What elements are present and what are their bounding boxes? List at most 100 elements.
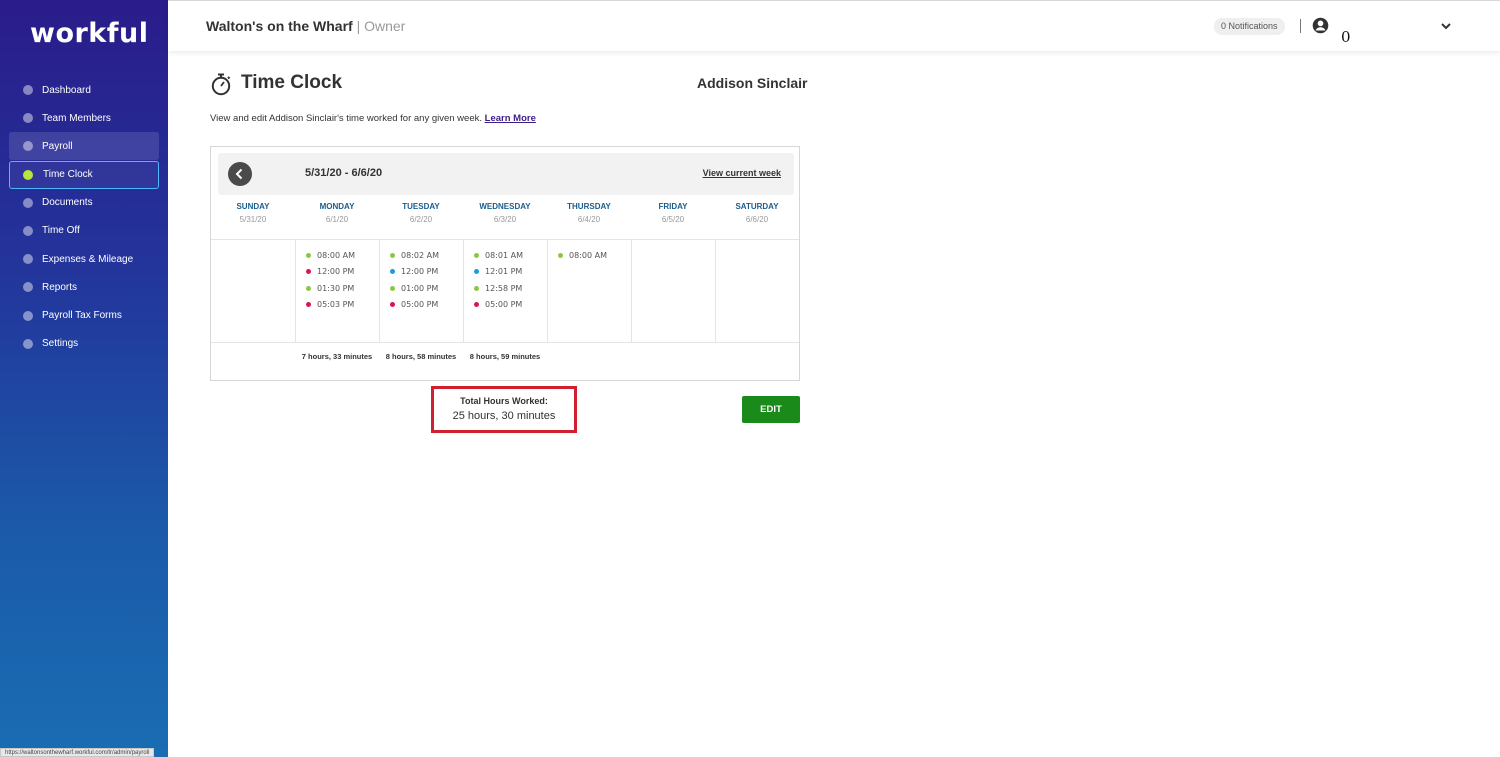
punch-status-dot [390,301,395,307]
grid-divider [211,239,799,240]
punch-status-dot [306,301,311,307]
top-bar: Walton's on the Wharf | Owner 0 Notifica… [168,0,1500,51]
day-name: SUNDAY [236,202,270,211]
daily-hours-tuesday: 8 hours, 58 minutes [385,352,457,361]
sidebar-item-label: Settings [42,338,79,350]
nav-dot-icon [23,169,33,180]
punch-entry[interactable]: 08:01 AM [463,251,547,267]
punch-entry[interactable]: 01:30 PM [295,284,379,300]
punch-time: 08:02 AM [401,251,439,260]
punch-status-dot [390,285,395,291]
day-date: 6/3/20 [493,215,517,224]
day-header-wednesday: WEDNESDAY 6/3/20 [463,202,547,224]
day-date: 6/6/20 [745,215,769,224]
learn-more-link[interactable]: Learn More [485,113,536,124]
sidebar-nav: Dashboard Team Members Payroll Time Cloc… [9,76,159,358]
user-account-icon[interactable] [1312,17,1329,34]
day-header-thursday: THURSDAY 6/4/20 [547,202,631,224]
punch-entry[interactable]: 12:00 PM [295,267,379,283]
sidebar-item-reports[interactable]: Reports [9,273,159,301]
punch-status-dot [306,269,311,275]
sidebar-item-label: Expenses & Mileage [42,253,134,265]
punch-entry[interactable]: 08:02 AM [379,251,463,267]
day-header-sunday: SUNDAY 5/31/20 [211,202,295,224]
sidebar-item-label: Dashboard [42,84,91,96]
total-hours-highlight: Total Hours Worked: 25 hours, 30 minutes [431,386,577,433]
punch-status-dot [306,253,311,258]
day-header-friday: FRIDAY 6/5/20 [631,202,715,224]
day-name: TUESDAY [402,202,440,211]
punch-entry[interactable]: 12:58 PM [463,284,547,300]
sidebar-item-expenses-mileage[interactable]: Expenses & Mileage [9,245,159,273]
punch-entry[interactable]: 12:00 PM [379,267,463,283]
punch-entry[interactable]: 12:01 PM [463,267,547,283]
day-name: THURSDAY [567,202,611,211]
day-name: MONDAY [319,202,355,211]
punch-entry[interactable]: 05:00 PM [463,300,547,316]
view-current-week-link[interactable]: View current week [703,168,781,178]
punch-entry[interactable]: 08:00 AM [295,251,379,267]
day-punches-wednesday: 08:01 AM 12:01 PM 12:58 PM 05:00 PM [463,251,547,316]
main-content: Time Clock Addison Sinclair View and edi… [168,51,1500,757]
nav-dot-icon [23,197,33,208]
sidebar-item-label: Payroll [42,140,73,152]
punch-status-dot [306,285,311,291]
notifications-badge[interactable]: 0 Notifications [1214,18,1285,35]
punch-status-dot [474,253,479,258]
chevron-down-icon[interactable] [1440,20,1452,32]
punch-time: 08:00 AM [569,251,607,260]
workful-logo[interactable]: workful [30,18,149,49]
edit-button[interactable]: EDIT [742,396,800,423]
column-divider [715,239,716,342]
total-hours-label: Total Hours Worked: [460,396,548,406]
punch-entry[interactable]: 05:03 PM [295,300,379,316]
sidebar-item-team-members[interactable]: Team Members [9,104,159,132]
punch-entry[interactable]: 01:00 PM [379,284,463,300]
daily-hours-wednesday: 8 hours, 59 minutes [469,352,541,361]
nav-dot-icon [23,113,33,124]
sidebar-item-label: Reports [42,281,78,293]
punch-status-dot [558,253,563,258]
sidebar-item-settings[interactable]: Settings [9,330,159,358]
column-divider [631,239,632,342]
day-date: 6/5/20 [661,215,685,224]
divider [1300,19,1301,33]
nav-dot-icon [23,310,33,321]
user-role: | Owner [356,18,406,34]
punch-entry[interactable]: 08:00 AM [547,251,631,267]
punch-time: 01:30 PM [317,283,355,293]
day-punches-tuesday: 08:02 AM 12:00 PM 01:00 PM 05:00 PM [379,251,463,316]
sidebar-item-time-off[interactable]: Time Off [9,217,159,245]
employee-name: Addison Sinclair [697,75,808,91]
punch-time: 12:01 PM [485,267,523,277]
day-name: WEDNESDAY [479,202,531,211]
sidebar-item-documents[interactable]: Documents [9,189,159,217]
nav-dot-icon [23,254,33,265]
nav-dot-icon [23,225,33,236]
nav-dot-icon [23,141,33,152]
sidebar-item-label: Team Members [42,112,111,124]
punch-time: 01:00 PM [401,283,439,293]
previous-week-button[interactable] [228,162,252,186]
sidebar-item-payroll-tax-forms[interactable]: Payroll Tax Forms [9,302,159,330]
company-header: Walton's on the Wharf | Owner [206,18,405,34]
sidebar: workful Dashboard Team Members Payroll T… [0,0,168,757]
day-header-monday: MONDAY 6/1/20 [295,202,379,224]
sidebar-item-payroll[interactable]: Payroll [9,132,159,161]
sidebar-item-time-clock[interactable]: Time Clock [9,160,159,189]
daily-hours-monday: 7 hours, 33 minutes [301,352,373,361]
punch-entry[interactable]: 05:00 PM [379,300,463,316]
punch-time: 12:58 PM [485,283,523,293]
day-header-saturday: SATURDAY 6/6/20 [715,202,799,224]
stopwatch-icon [211,73,231,96]
sidebar-item-dashboard[interactable]: Dashboard [9,76,159,104]
page-title: Time Clock [241,72,343,93]
chevron-left-icon [235,168,243,180]
sidebar-item-label: Payroll Tax Forms [42,310,122,321]
day-date: 6/4/20 [577,215,601,224]
punch-status-dot [390,253,395,258]
week-range: 5/31/20 - 6/6/20 [305,167,383,179]
day-name: SATURDAY [735,202,779,211]
sidebar-item-label: Documents [42,197,93,209]
punch-time: 05:00 PM [401,299,439,309]
